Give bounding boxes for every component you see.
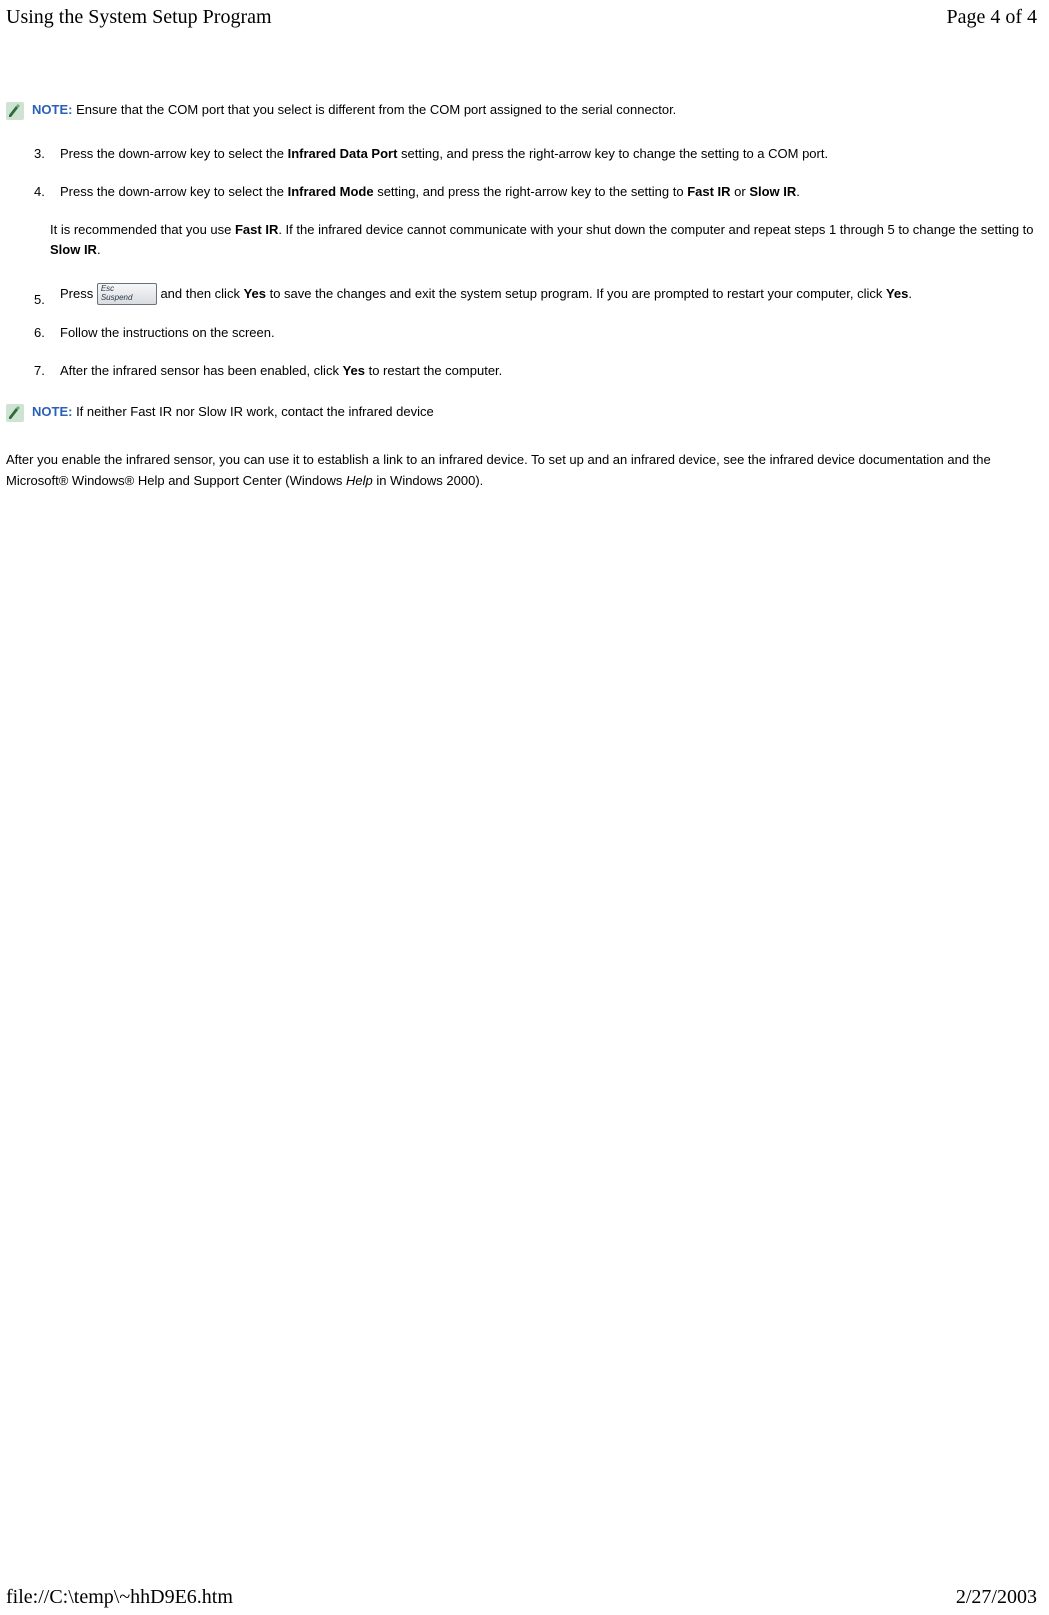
steps-list: 5. Press EscSuspend and then click Yes t…: [34, 283, 1043, 382]
note-icon: [6, 404, 24, 422]
note-block: NOTE: Ensure that the COM port that you …: [6, 101, 1043, 120]
closing-italic: Help: [346, 473, 373, 488]
step-4-note: It is recommended that you use Fast IR. …: [50, 220, 1043, 260]
step-7: 7. After the infrared sensor has been en…: [34, 361, 1043, 381]
footer-date: 2/27/2003: [956, 1586, 1037, 1609]
note-icon: [6, 102, 24, 120]
note-block: NOTE: If neither Fast IR nor Slow IR wor…: [6, 403, 1043, 422]
note-label: NOTE:: [32, 404, 72, 419]
note-label: NOTE:: [32, 102, 72, 117]
bold-yes: Yes: [343, 363, 365, 378]
step-text: .: [908, 286, 912, 301]
step-text: It is recommended that you use: [50, 222, 235, 237]
step-text: and then click: [157, 286, 244, 301]
key-line2: Suspend: [101, 294, 153, 302]
bold-infrared-data-port: Infrared Data Port: [288, 146, 398, 161]
step-number: 5.: [34, 289, 45, 311]
bold-yes: Yes: [886, 286, 908, 301]
page-content: NOTE: Ensure that the COM port that you …: [0, 33, 1049, 491]
note-body: Ensure that the COM port that you select…: [72, 102, 676, 117]
step-number: 7.: [34, 361, 45, 381]
step-3: 3. Press the down-arrow key to select th…: [34, 144, 1043, 164]
closing-paragraph: After you enable the infrared sensor, yo…: [6, 450, 1039, 490]
bold-infrared-mode: Infrared Mode: [288, 184, 374, 199]
step-text: or: [731, 184, 750, 199]
step-5: 5. Press EscSuspend and then click Yes t…: [34, 283, 1043, 306]
step-number: 3.: [34, 144, 45, 164]
header-title: Using the System Setup Program: [6, 6, 272, 29]
step-text: . If the infrared device cannot communic…: [278, 222, 1033, 237]
step-text: setting, and press the right-arrow key t…: [374, 184, 688, 199]
step-text: Follow the instructions on the screen.: [60, 325, 275, 340]
bold-slow-ir: Slow IR: [50, 242, 97, 257]
step-text: setting, and press the right-arrow key t…: [397, 146, 828, 161]
step-text: Press: [60, 286, 97, 301]
page-header: Using the System Setup Program Page 4 of…: [0, 0, 1049, 33]
note-body: If neither Fast IR nor Slow IR work, con…: [72, 404, 433, 419]
steps-list: 3. Press the down-arrow key to select th…: [34, 144, 1043, 202]
bold-slow-ir: Slow IR: [749, 184, 796, 199]
bold-yes: Yes: [244, 286, 266, 301]
closing-text: After you enable the infrared sensor, yo…: [6, 452, 991, 487]
closing-text: in Windows 2000).: [373, 473, 484, 488]
step-text: .: [796, 184, 800, 199]
step-6: 6. Follow the instructions on the screen…: [34, 323, 1043, 343]
step-text: to save the changes and exit the system …: [266, 286, 886, 301]
esc-suspend-key-icon: EscSuspend: [97, 283, 157, 305]
bold-fast-ir: Fast IR: [235, 222, 278, 237]
step-text: Press the down-arrow key to select the: [60, 146, 288, 161]
step-number: 6.: [34, 323, 45, 343]
step-4: 4. Press the down-arrow key to select th…: [34, 182, 1043, 202]
step-number: 4.: [34, 182, 45, 202]
step-text: Press the down-arrow key to select the: [60, 184, 288, 199]
step-text: After the infrared sensor has been enabl…: [60, 363, 343, 378]
note-text: NOTE: If neither Fast IR nor Slow IR wor…: [32, 403, 434, 422]
step-text: to restart the computer.: [365, 363, 502, 378]
step-text: .: [97, 242, 101, 257]
header-page-number: Page 4 of 4: [946, 6, 1037, 29]
footer-path: file://C:\temp\~hhD9E6.htm: [6, 1586, 233, 1609]
note-text: NOTE: Ensure that the COM port that you …: [32, 101, 676, 120]
bold-fast-ir: Fast IR: [687, 184, 730, 199]
page-footer: file://C:\temp\~hhD9E6.htm 2/27/2003: [0, 1586, 1049, 1609]
